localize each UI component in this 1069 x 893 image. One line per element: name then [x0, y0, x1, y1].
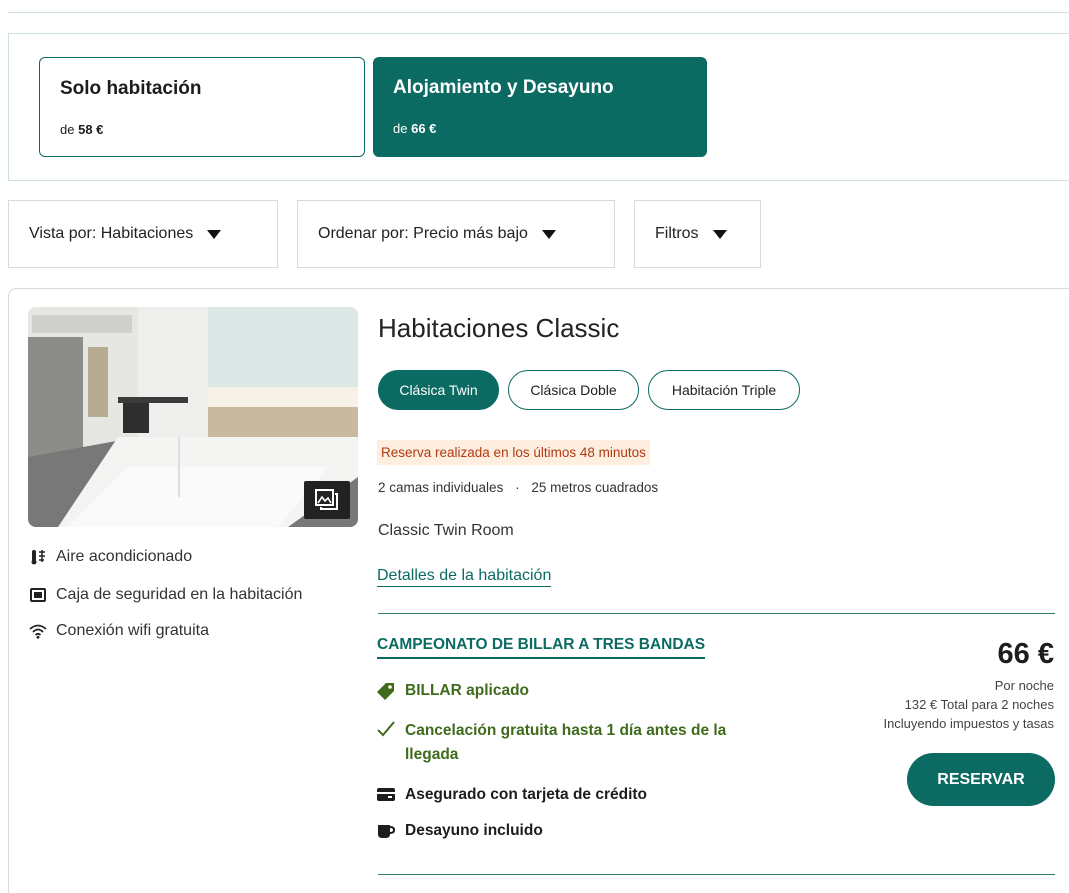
board-option-price: de 58 € — [60, 122, 104, 137]
gallery-button[interactable] — [304, 481, 350, 519]
board-option-title: Alojamiento y Desayuno — [393, 77, 614, 98]
air-conditioning-icon — [28, 549, 48, 565]
per-night-label: Por noche — [994, 678, 1054, 693]
check-icon — [377, 721, 399, 737]
room-photo[interactable] — [28, 307, 358, 527]
room-title: Habitaciones Classic — [378, 313, 620, 343]
safe-box-icon — [28, 588, 48, 602]
amenity-wifi: Conexión wifi gratuita — [28, 622, 209, 640]
rate-divider-top — [378, 613, 1055, 614]
gallery-icon — [315, 489, 338, 510]
room-type-chip-classic-double[interactable]: Clásica Doble — [508, 370, 639, 410]
amenity-safe-box: Caja de seguridad en la habitación — [28, 586, 302, 604]
total-price: 132 € Total para 2 noches — [904, 697, 1054, 712]
amenity-air-conditioning: Aire acondicionado — [28, 548, 192, 566]
board-type-panel: Solo habitación de 58 € Alojamiento y De… — [8, 33, 1069, 181]
separator-dot: · — [515, 480, 520, 495]
wifi-icon — [28, 624, 48, 639]
sort-by-dropdown[interactable]: Ordenar por: Precio más bajo — [297, 200, 615, 268]
filters-dropdown[interactable]: Filtros — [634, 200, 761, 268]
room-specs: 2 camas individuales · 25 metros cuadrad… — [378, 480, 659, 495]
view-by-dropdown[interactable]: Vista por: Habitaciones — [8, 200, 278, 268]
caret-down-icon — [541, 229, 556, 239]
board-option-price: de 66 € — [393, 121, 437, 136]
room-type-chip-triple[interactable]: Habitación Triple — [648, 370, 800, 410]
room-details-link[interactable]: Detalles de la habitación — [377, 567, 552, 587]
rate-divider-bottom — [378, 874, 1055, 875]
credit-card-icon — [377, 788, 399, 801]
rate-name[interactable]: CAMPEONATO DE BILLAR A TRES BANDAS — [377, 636, 706, 659]
caret-down-icon — [207, 229, 222, 239]
board-option-bed-breakfast[interactable]: Alojamiento y Desayuno de 66 € — [373, 57, 707, 157]
breakfast-included: Desayuno incluido — [377, 822, 543, 840]
coffee-cup-icon — [377, 824, 399, 839]
price-per-night: 66 € — [997, 638, 1054, 670]
free-cancellation: Cancelación gratuita hasta 1 día antes d… — [377, 719, 726, 767]
room-description: Classic Twin Room — [378, 522, 514, 539]
reserve-button[interactable]: RESERVAR — [907, 753, 1055, 806]
promo-applied: BILLAR aplicado — [377, 682, 529, 700]
urgency-badge: Reserva realizada en los últimos 48 minu… — [377, 440, 650, 465]
taxes-note: Incluyendo impuestos y tasas — [883, 716, 1054, 731]
top-divider — [8, 12, 1069, 13]
credit-card-guarantee: Asegurado con tarjeta de crédito — [377, 786, 647, 804]
board-option-title: Solo habitación — [60, 78, 202, 99]
board-option-room-only[interactable]: Solo habitación de 58 € — [39, 57, 365, 157]
tag-icon — [377, 682, 399, 700]
room-type-chip-classic-twin[interactable]: Clásica Twin — [378, 370, 499, 410]
caret-down-icon — [712, 229, 727, 239]
